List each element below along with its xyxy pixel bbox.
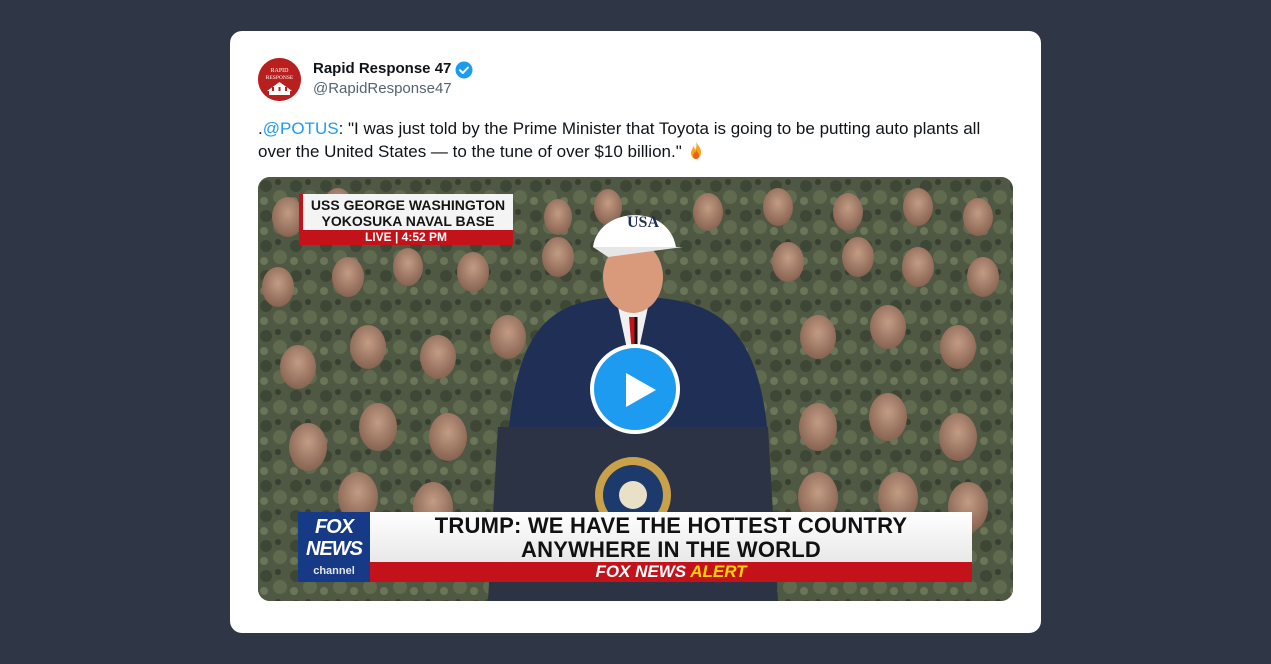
tweet-body: : "I was just told by the Prime Minister… <box>258 119 981 161</box>
verified-badge-icon <box>455 61 473 79</box>
news-lower-third: FOX NEWS channel TRUMP: WE HAVE THE HOTT… <box>298 512 972 582</box>
cap-text: USA <box>627 214 659 231</box>
author-names: Rapid Response 47 @RapidResponse47 <box>313 60 473 99</box>
live-time: 4:52 PM <box>401 230 448 244</box>
avatar-text-2: RESPONSE <box>266 75 294 81</box>
live-separator: | <box>394 230 399 244</box>
location-line-1: USS GEORGE WASHINGTON <box>310 197 506 213</box>
tweet-card[interactable]: RAPID RESPONSE Rapid Response 47 @RapidR… <box>230 31 1041 633</box>
alert-bar: FOX NEWS ALERT <box>370 562 972 582</box>
headline-line-2: ANYWHERE IN THE WORLD <box>521 537 821 562</box>
avatar[interactable]: RAPID RESPONSE <box>258 58 301 101</box>
display-name-row[interactable]: Rapid Response 47 <box>313 60 473 79</box>
avatar-text-1: RAPID <box>270 68 289 74</box>
fox-news-logo: FOX NEWS channel <box>298 512 370 582</box>
headline: TRUMP: WE HAVE THE HOTTEST COUNTRY ANYWH… <box>370 512 972 562</box>
location-text: USS GEORGE WASHINGTON YOKOSUKA NAVAL BAS… <box>299 194 513 230</box>
video-player[interactable]: USA USS GEORGE WASHINGTON YOKOSUKA NAVAL… <box>258 177 1013 601</box>
fire-emoji-icon <box>686 140 706 166</box>
logo-line-1: FOX <box>314 516 354 538</box>
play-icon <box>626 373 656 407</box>
author-handle[interactable]: @RapidResponse47 <box>313 80 473 99</box>
tweet-header: RAPID RESPONSE Rapid Response 47 @RapidR… <box>258 58 473 101</box>
live-bar: LIVE | 4:52 PM <box>299 230 513 245</box>
tweet-text: .@POTUS: "I was just told by the Prime M… <box>258 118 1018 166</box>
location-line-2: YOKOSUKA NAVAL BASE <box>321 213 495 229</box>
alert-brand: FOX NEWS <box>595 562 687 581</box>
headline-line-1: TRUMP: WE HAVE THE HOTTEST COUNTRY <box>434 513 908 538</box>
play-button[interactable] <box>590 344 680 434</box>
display-name[interactable]: Rapid Response 47 <box>313 60 451 79</box>
location-chyron: USS GEORGE WASHINGTON YOKOSUKA NAVAL BAS… <box>299 194 513 246</box>
mention-link[interactable]: @POTUS <box>263 119 339 138</box>
logo-line-3: channel <box>313 565 355 577</box>
logo-line-2: NEWS <box>306 538 363 560</box>
alert-word: ALERT <box>690 562 747 581</box>
live-label: LIVE <box>364 230 392 244</box>
